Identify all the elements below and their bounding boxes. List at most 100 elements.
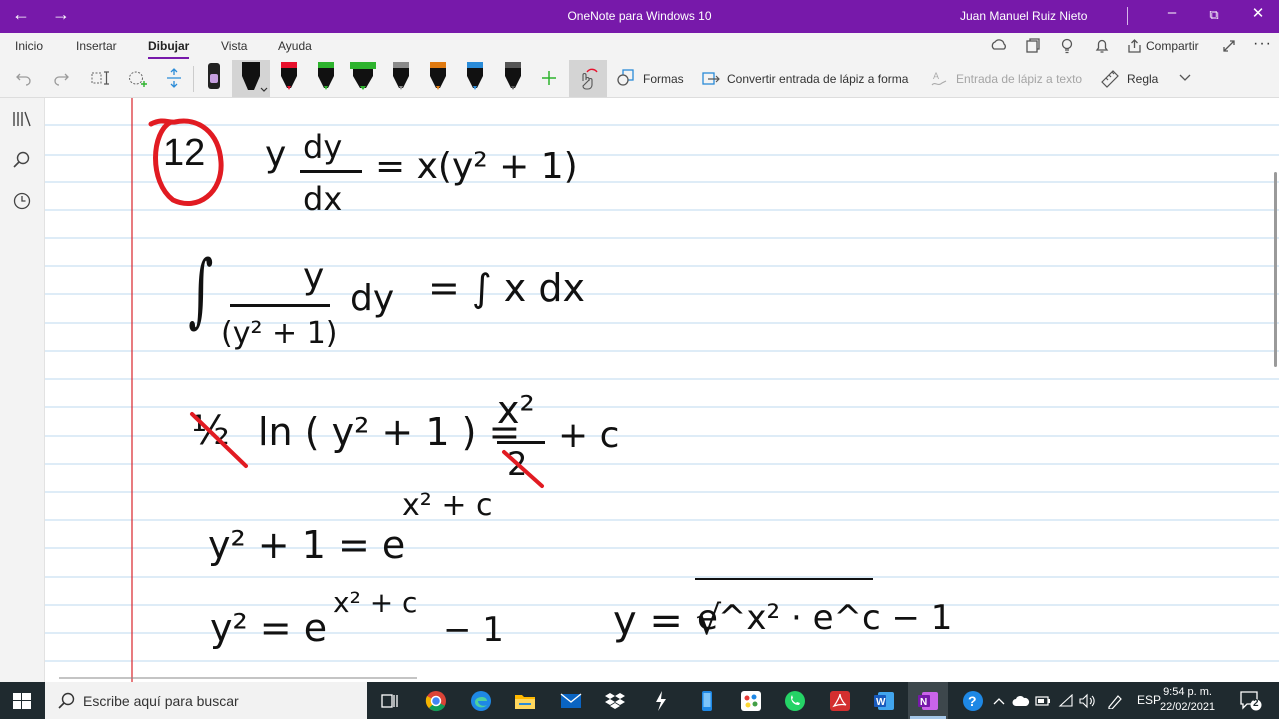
taskbar-search[interactable]: Escribe aquí para buscar (45, 682, 367, 719)
chevron-down-icon[interactable] (1178, 73, 1192, 83)
onenote-icon[interactable]: N (917, 690, 939, 712)
eq1-fraction-bar (300, 170, 362, 173)
black-pen-icon[interactable] (239, 62, 269, 94)
tab-vista[interactable]: Vista (221, 39, 247, 53)
eq2-rhs: = ∫ x dx (428, 266, 585, 310)
navigation-rail (0, 98, 45, 682)
type-select-icon[interactable] (91, 69, 111, 87)
pen-workspace-icon[interactable] (1106, 693, 1124, 709)
eq2-denominator: (y² + 1) (221, 316, 338, 351)
title-bar: ← → OneNote para Windows 10 Juan Manuel … (0, 0, 1279, 33)
eq5-minus-one: − 1 (443, 610, 504, 650)
tab-dibujar[interactable]: Dibujar (148, 39, 190, 59)
whatsapp-icon[interactable] (784, 690, 806, 712)
svg-text:W: W (876, 697, 886, 708)
restore-button[interactable]: ⧉ (1199, 7, 1229, 23)
highlighter-icon[interactable] (349, 62, 377, 92)
file-explorer-icon[interactable] (514, 690, 536, 712)
user-name[interactable]: Juan Manuel Ruiz Nieto (960, 9, 1087, 23)
help-icon[interactable]: ? (962, 690, 984, 712)
add-pen-icon[interactable] (540, 69, 558, 87)
battery-icon[interactable] (1035, 695, 1051, 707)
tab-insertar[interactable]: Insertar (76, 39, 117, 53)
eq4-exponent: x² + c (402, 488, 493, 523)
marker-pen-icon[interactable] (203, 62, 225, 92)
winamp-icon[interactable] (650, 690, 672, 712)
convert-shape-icon[interactable] (702, 70, 720, 88)
notebooks-icon[interactable] (12, 110, 32, 128)
bell-icon[interactable] (1094, 38, 1110, 54)
eq6-root-bar (695, 578, 873, 580)
edge-icon[interactable] (470, 690, 492, 712)
minimize-button[interactable]: – (1157, 4, 1187, 21)
eq4-lhs: y² + 1 = e (208, 523, 406, 567)
windows-start-icon[interactable] (13, 693, 31, 709)
undo-icon[interactable] (15, 69, 33, 87)
convert-ink-to-shape-button[interactable]: Convertir entrada de lápiz a forma (727, 72, 908, 86)
title-separator (1127, 7, 1128, 25)
green-pen-icon[interactable] (316, 62, 336, 92)
sync-icon[interactable] (990, 38, 1008, 54)
draw-with-touch-icon[interactable] (577, 67, 601, 91)
eq3-half-strike (190, 412, 248, 468)
lasso-select-icon[interactable] (128, 69, 148, 89)
eq2-dy: dy (350, 278, 395, 319)
acrobat-icon[interactable] (829, 690, 851, 712)
svg-text:N: N (920, 697, 927, 708)
eq1-dy: dy (303, 128, 343, 166)
search-icon (58, 692, 75, 709)
onedrive-icon[interactable] (1012, 695, 1030, 707)
red-pen-icon[interactable] (279, 62, 299, 92)
ruled-page (45, 98, 1279, 682)
dropbox-icon[interactable] (604, 690, 626, 712)
share-button[interactable]: Compartir (1146, 39, 1199, 53)
notification-count: 2 (1253, 698, 1259, 709)
add-space-icon[interactable] (165, 68, 183, 88)
pencil-gray-icon[interactable] (391, 62, 411, 92)
note-canvas[interactable]: 12 y dy dx = x(y² + 1) ∫ y (y² + 1) dy =… (45, 98, 1279, 682)
tab-ayuda[interactable]: Ayuda (278, 39, 312, 53)
pencil-dark-icon[interactable] (503, 62, 523, 92)
clock-date: 22/02/2021 (1160, 701, 1216, 713)
shapes-icon[interactable] (617, 69, 635, 87)
ruler-button[interactable]: Regla (1127, 72, 1158, 86)
chevron-up-icon[interactable] (993, 696, 1005, 706)
eq6-radicand: e^x² · e^c − 1 (697, 598, 953, 638)
fullscreen-icon[interactable] (1221, 38, 1237, 54)
search-icon[interactable] (12, 150, 32, 170)
vertical-scrollbar[interactable] (1274, 172, 1277, 367)
eq5-lhs: y² = e (210, 606, 328, 650)
word-icon[interactable]: W (873, 690, 895, 712)
ruler-icon[interactable] (1100, 69, 1120, 89)
svg-text:A: A (933, 71, 939, 81)
eq3-denominator-strike (502, 450, 544, 488)
lightbulb-icon[interactable] (1060, 38, 1074, 54)
mail-icon[interactable] (560, 690, 582, 712)
share-icon[interactable] (1127, 38, 1143, 54)
eq3-fraction-bar (497, 441, 545, 444)
tab-inicio[interactable]: Inicio (15, 39, 43, 53)
pages-icon[interactable] (1025, 38, 1041, 54)
task-view-icon[interactable] (381, 692, 399, 710)
galaxy-pen-icon[interactable] (428, 62, 448, 92)
volume-icon[interactable] (1078, 693, 1098, 709)
chrome-icon[interactable] (425, 690, 447, 712)
eq3-lhs: ln ( y² + 1 ) = (258, 410, 521, 454)
shapes-button[interactable]: Formas (643, 72, 684, 86)
redo-icon[interactable] (52, 69, 70, 87)
input-language[interactable]: ESP (1137, 693, 1161, 707)
more-icon[interactable]: ··· (1253, 35, 1272, 53)
eq5-exponent: x² + c (333, 586, 418, 619)
eq1-y: y (265, 134, 287, 175)
paint-icon[interactable] (740, 690, 762, 712)
system-clock[interactable]: 9:54 p. m. 22/02/2021 (1160, 685, 1215, 715)
close-button[interactable]: ✕ (1243, 4, 1273, 22)
recent-clock-icon[interactable] (12, 191, 32, 211)
clock-time: 9:54 p. m. (1163, 686, 1212, 698)
wifi-icon[interactable] (1058, 694, 1074, 708)
svg-text:?: ? (968, 693, 977, 709)
phone-app-icon[interactable] (696, 690, 718, 712)
blue-pen-icon[interactable] (465, 62, 485, 92)
eq1-rhs: = x(y² + 1) (375, 146, 578, 187)
eq1-dx: dx (303, 180, 343, 218)
